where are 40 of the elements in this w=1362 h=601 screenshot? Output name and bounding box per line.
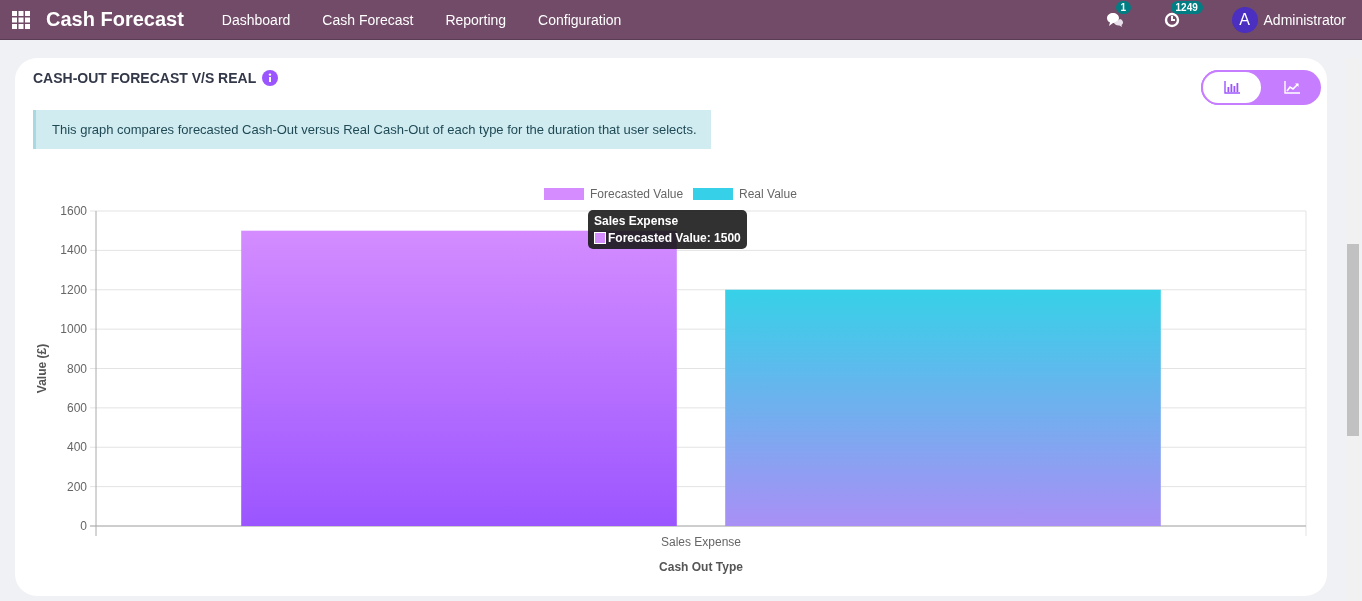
card-title: CASH-OUT FORECAST V/S REAL xyxy=(33,70,257,86)
user-avatar[interactable]: A xyxy=(1231,6,1258,33)
menu-item[interactable]: Configuration xyxy=(522,11,638,28)
y-tick-label: 600 xyxy=(66,400,87,415)
bar[interactable] xyxy=(725,289,1161,526)
legend-entry[interactable]: Real Value xyxy=(693,187,797,201)
y-tick-label: 1200 xyxy=(60,282,87,297)
menu-item[interactable]: Reporting xyxy=(429,11,523,28)
message-count-badge: 1 xyxy=(1115,0,1132,14)
x-tick-label: Sales Expense xyxy=(660,535,742,549)
y-tick-label: 200 xyxy=(66,479,87,494)
legend-label: Forecasted Value xyxy=(590,187,684,201)
legend-label: Real Value xyxy=(739,187,798,201)
y-axis-title: Value (£) xyxy=(35,343,49,394)
y-tick-label: 1000 xyxy=(60,322,87,337)
y-tick-label: 800 xyxy=(66,361,87,376)
app-title[interactable]: Cash Forecast xyxy=(46,8,184,31)
bar[interactable] xyxy=(241,230,677,526)
y-tick-label: 1600 xyxy=(60,204,87,218)
user-name[interactable]: Administrator xyxy=(1263,11,1346,28)
line-chart-icon xyxy=(1284,81,1300,94)
chat-icon[interactable] xyxy=(1105,11,1124,28)
menu-item[interactable]: Dashboard xyxy=(205,11,307,28)
menu-item[interactable]: Cash Forecast xyxy=(306,11,430,28)
chart-view-button[interactable] xyxy=(1201,70,1263,105)
scrollbar-thumb[interactable] xyxy=(1347,244,1359,436)
bar-chart-icon xyxy=(1224,81,1240,94)
y-tick-label: 1400 xyxy=(60,243,87,258)
clock-icon[interactable] xyxy=(1163,11,1180,28)
activity-count-badge: 1249 xyxy=(1170,0,1203,14)
tooltip-swatch xyxy=(594,231,606,244)
legend-entry[interactable]: Forecasted Value xyxy=(544,187,684,201)
y-tick-label: 400 xyxy=(66,440,87,455)
info-icon[interactable] xyxy=(262,70,279,86)
y-tick-label: 0 xyxy=(80,519,87,533)
tooltip-label: Forecasted Value: 1500 xyxy=(608,230,741,245)
apps-grid-icon[interactable] xyxy=(12,10,30,29)
info-message: This graph compares forecasted Cash-Out versus Real Cash-Out of each type for the duration that user selects. xyxy=(33,110,711,149)
x-axis-title: Cash Out Type xyxy=(659,560,743,574)
tooltip-title: Sales Expense xyxy=(594,213,680,228)
